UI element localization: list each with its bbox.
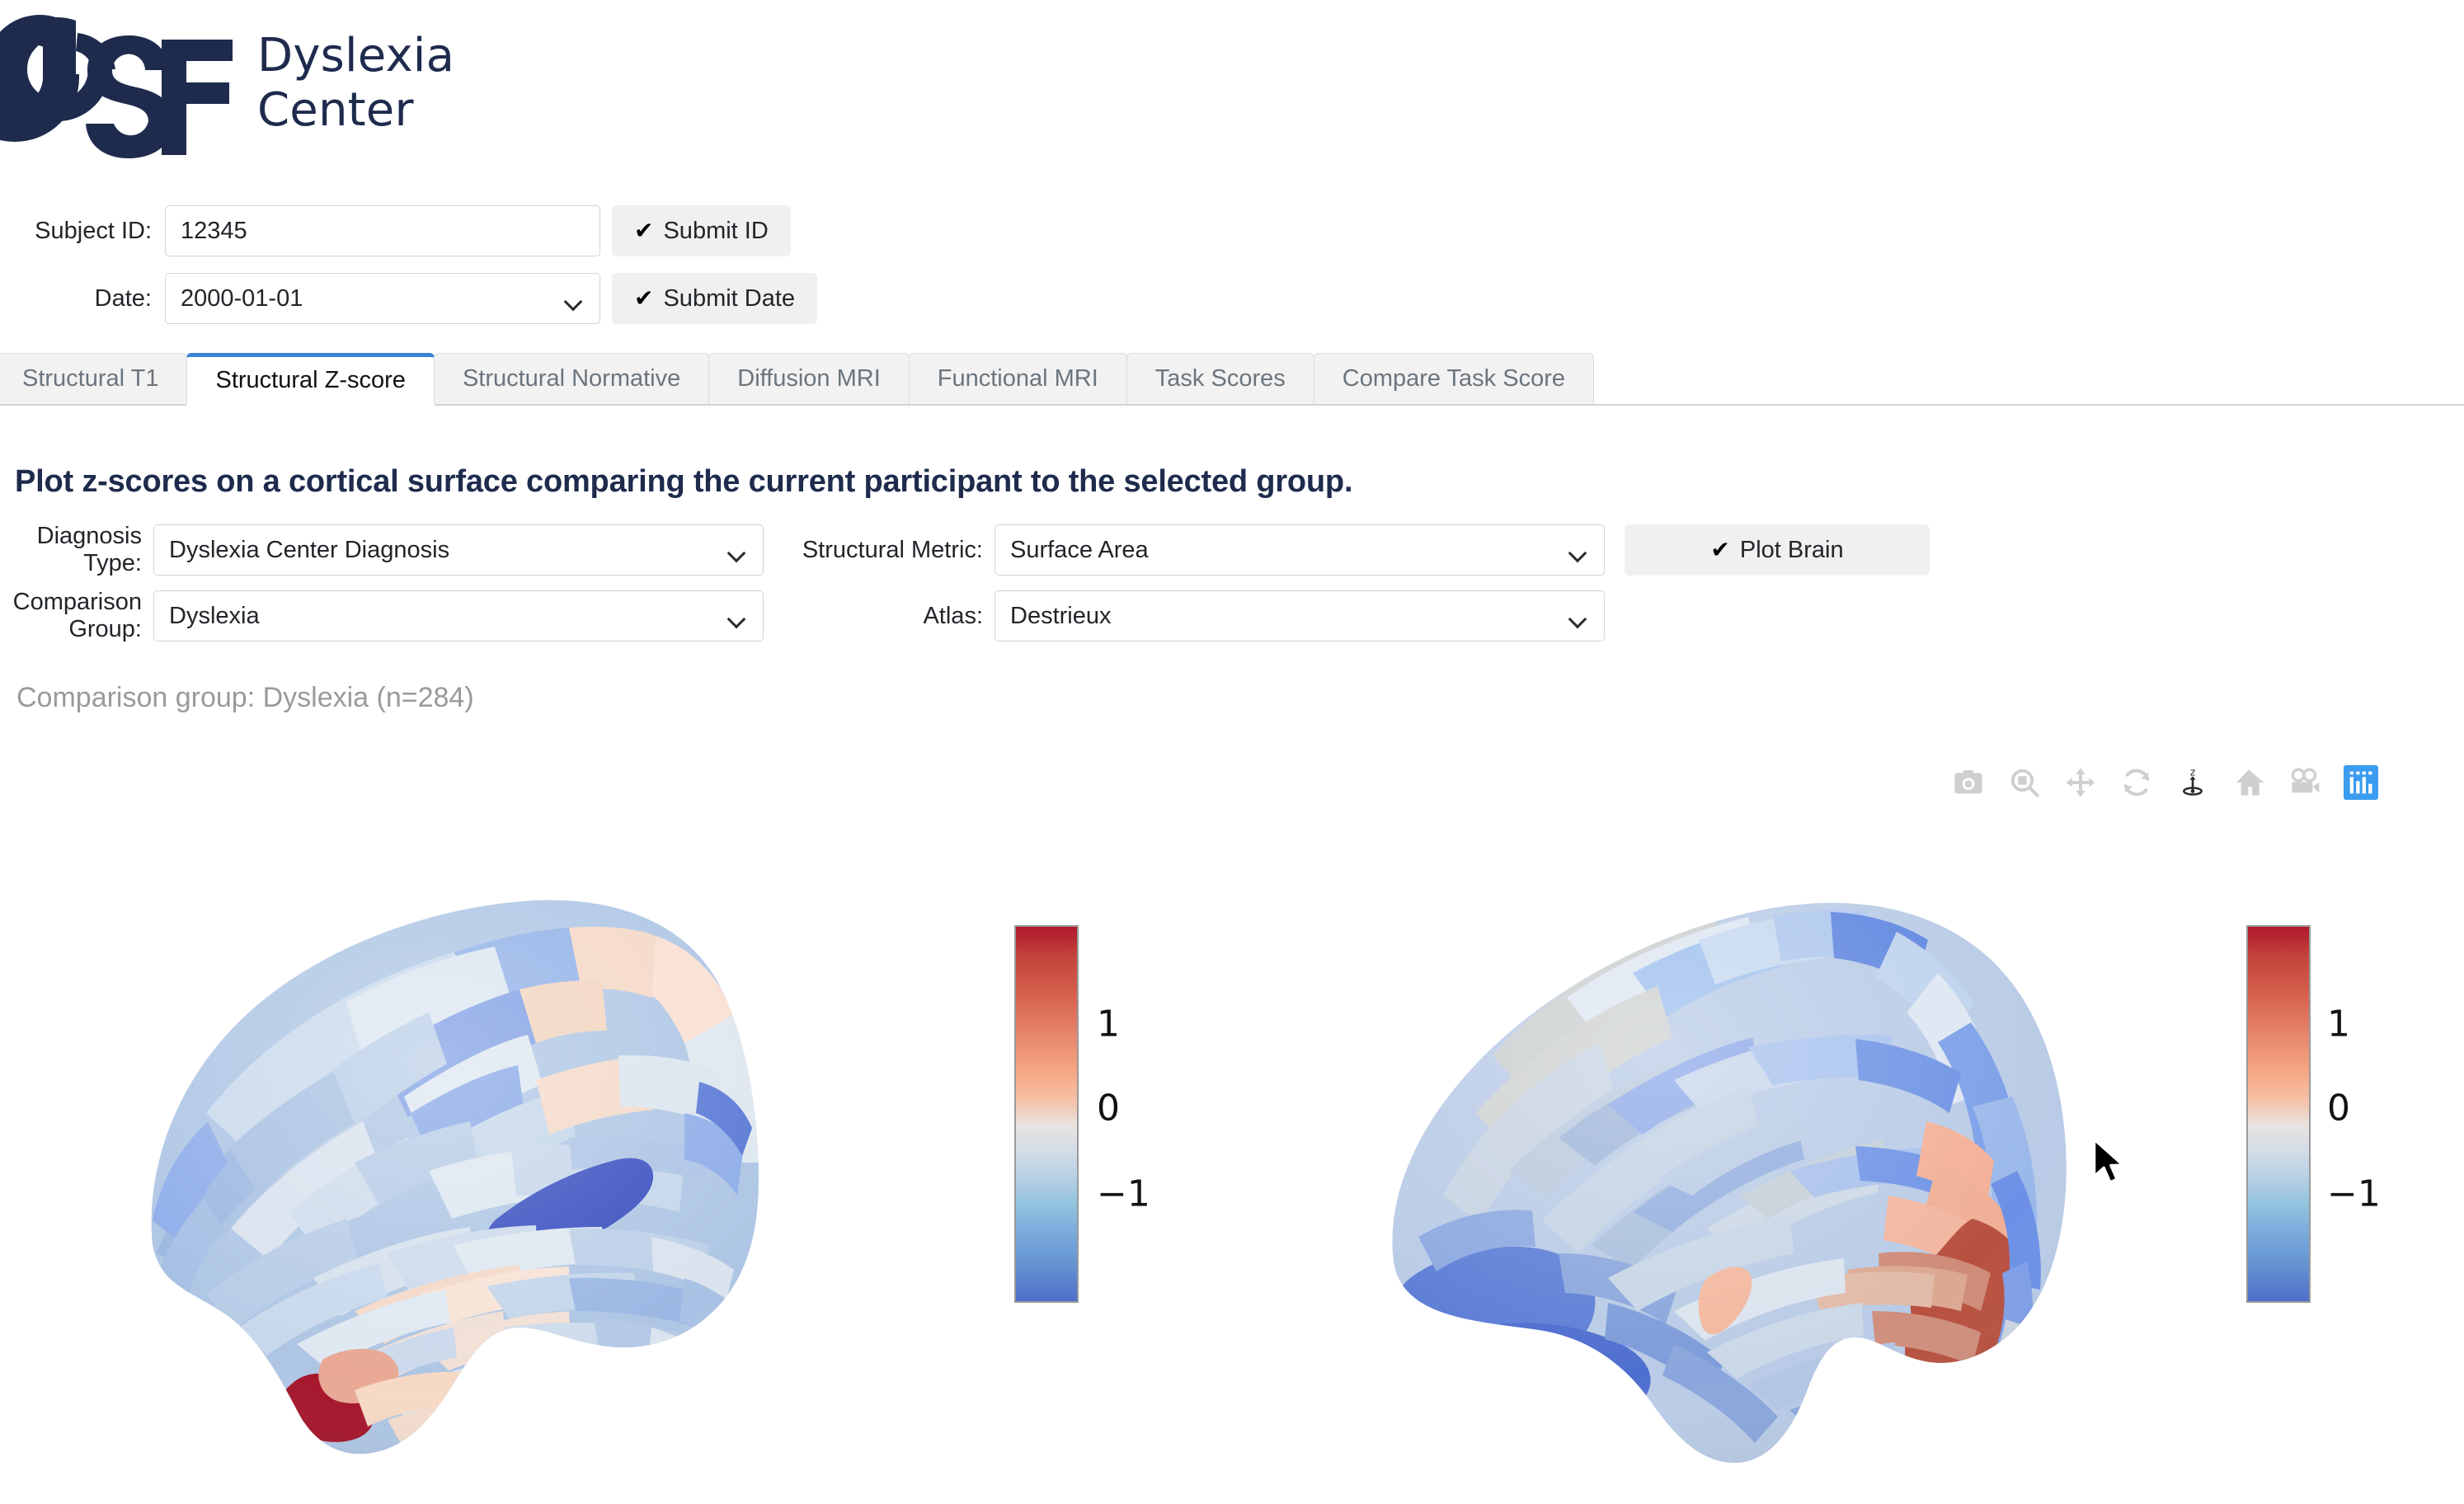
structural-metric-select[interactable]: Surface Area [995,524,1605,576]
plotly-logo-icon[interactable] [2344,765,2378,800]
subject-id-label: Subject ID: [35,217,152,244]
camera-icon[interactable] [1951,765,1986,800]
submit-date-label: Submit Date [663,284,796,312]
tab-structural-t1[interactable]: Structural T1 [0,353,188,404]
subject-form: Subject ID: 12345 ✔ Submit ID Date: 2000… [0,204,990,340]
colorbar-tick: −1 [2327,1173,2381,1215]
submit-date-button[interactable]: ✔ Submit Date [612,273,818,324]
atlas-select[interactable]: Destrieux [995,590,1605,642]
check-icon: ✔ [634,218,654,243]
left-hemisphere-surface[interactable] [107,866,891,1484]
check-icon: ✔ [634,285,654,311]
diagnosis-type-value: Dyslexia Center Diagnosis [169,536,450,563]
subject-id-value: 12345 [181,217,247,244]
plotly-modebar: z [1951,765,2378,800]
date-label: Date: [94,284,152,312]
pan-icon[interactable] [2063,765,2098,800]
zoom-icon[interactable] [2007,765,2042,800]
tab-task-scores[interactable]: Task Scores [1126,353,1314,404]
date-row: Date: 2000-01-01 ✔ Submit Date [0,272,990,325]
colorbar-tick: 0 [2327,1087,2350,1130]
plot-brain-button[interactable]: ✔ Plot Brain [1625,524,1930,576]
colorbar-tick: −1 [1097,1173,1150,1215]
tab-structural-z-score[interactable]: Structural Z-score [186,353,435,404]
structural-metric-label: Structural Metric: [802,536,983,563]
subject-id-input[interactable]: 12345 [165,205,600,256]
home-icon[interactable] [2231,765,2266,800]
orbital-rotation-icon[interactable] [2119,765,2154,800]
tab-diffusion-mri[interactable]: Diffusion MRI [708,353,910,404]
date-value: 2000-01-01 [181,284,303,312]
svg-text:z: z [2190,766,2196,778]
colorbar-tick: 1 [2327,1003,2350,1046]
comparison-group-note: Comparison group: Dyslexia (n=284) [16,682,474,713]
right-hemisphere-surface[interactable] [1361,866,2144,1484]
left-colorbar [1014,925,1079,1303]
subject-id-row: Subject ID: 12345 ✔ Submit ID [0,204,990,257]
structural-metric-value: Surface Area [1010,536,1149,563]
check-icon: ✔ [1710,537,1730,562]
turntable-rotation-icon[interactable]: z [2175,765,2210,800]
tab-functional-mri[interactable]: Functional MRI [908,353,1127,404]
submit-id-button[interactable]: ✔ Submit ID [612,205,791,256]
diagnosis-type-select[interactable]: Dyslexia Center Diagnosis [153,524,764,576]
atlas-value: Destrieux [1010,602,1112,629]
right-colorbar [2246,925,2311,1303]
ucsf-logo: Dyslexia Center [0,8,454,158]
app-header: Dyslexia Center [0,0,2464,191]
colorbar-tick: 1 [1097,1003,1120,1046]
diagnosis-row: Diagnosis Type: Dyslexia Center Diagnosi… [0,523,2111,576]
comparison-row: Comparison Group: Dyslexia Atlas: Destri… [0,589,2111,642]
panel-heading: Plot z-scores on a cortical surface comp… [15,464,1353,499]
plot-controls: Diagnosis Type: Dyslexia Center Diagnosi… [0,523,2111,656]
comparison-group-select[interactable]: Dyslexia [153,590,764,642]
ucsf-logo-icon [0,15,233,158]
camera-reset-icon[interactable] [2288,765,2322,800]
diagnosis-type-label: Diagnosis Type: [36,523,142,576]
atlas-label: Atlas: [923,602,983,629]
plot-brain-label: Plot Brain [1739,536,1844,563]
colorbar-tick: 0 [1097,1087,1120,1130]
comparison-group-value: Dyslexia [169,602,260,629]
comparison-group-label: Comparison Group: [12,589,142,642]
date-select[interactable]: 2000-01-01 [165,273,600,324]
tab-bar: Structural T1 Structural Z-score Structu… [0,353,2464,406]
brain-plot-container[interactable]: z 1 0 −1 1 0 −1 [0,742,2464,1504]
submit-id-label: Submit ID [663,217,769,244]
tab-structural-normative[interactable]: Structural Normative [433,353,710,404]
ucsf-logo-title: Dyslexia Center [257,28,455,137]
tab-compare-task-score[interactable]: Compare Task Score [1313,353,1594,404]
